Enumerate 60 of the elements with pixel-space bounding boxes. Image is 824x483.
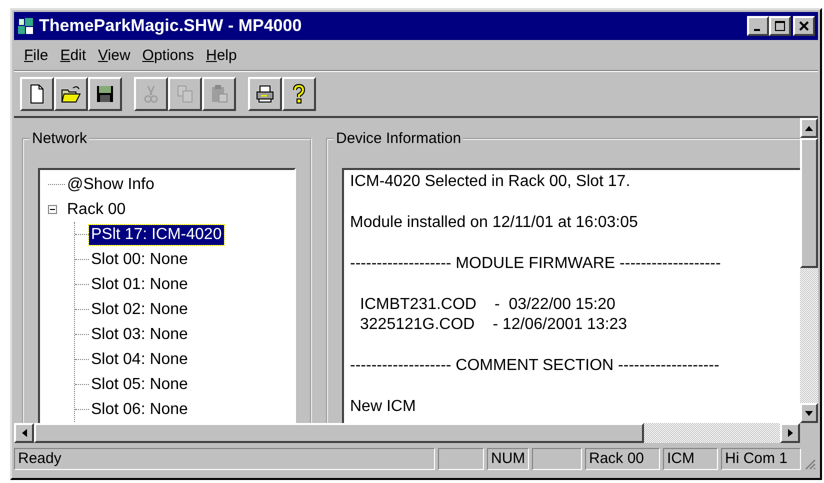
toolbar-button[interactable] (20, 77, 54, 111)
file-name: ICMBT231.COD (360, 295, 476, 315)
status-text: Rack 00 (585, 448, 660, 470)
file-date: - 12/06/2001 13:23 (492, 315, 628, 335)
tree-item[interactable]: Slot 00: None (89, 250, 190, 270)
toolbar-button[interactable] (282, 77, 316, 111)
open-folder-icon (61, 84, 81, 104)
status-text: NUM (487, 448, 529, 470)
menu-item[interactable]: Options (136, 46, 200, 64)
scroll-up-button[interactable] (800, 118, 818, 138)
status-text: ICM (663, 448, 718, 470)
tree-item[interactable]: Slot 05: None (89, 374, 190, 394)
tree-item[interactable]: Slot 04: None (89, 350, 190, 370)
copy-icon (175, 84, 195, 104)
toolbar-button[interactable] (248, 77, 282, 111)
triangle-down-icon (805, 410, 813, 416)
info-text: New ICM (350, 397, 417, 417)
scroll-thumb[interactable] (34, 423, 644, 443)
menu-item[interactable]: File (18, 46, 54, 64)
close-button[interactable] (793, 16, 815, 36)
tree-item[interactable]: PSlt 17: ICM-4020 (89, 224, 224, 244)
file-name: 3225121G.COD (360, 315, 475, 335)
triangle-right-icon (788, 429, 792, 437)
tree-item[interactable]: Slot 02: None (89, 300, 190, 320)
menu-item[interactable]: View (92, 46, 136, 64)
toolbar-button[interactable] (54, 77, 88, 111)
info-text: ICM-4020 Selected in Rack 00, Slot 17. (350, 172, 632, 192)
info-text: ------------------- MODULE FIRMWARE ------------------- (350, 254, 722, 274)
tree-item[interactable]: Slot 03: None (89, 324, 190, 344)
maximize-button[interactable] (769, 16, 791, 36)
menu-item[interactable]: Edit (54, 46, 92, 64)
close-icon (799, 21, 809, 31)
tree-item[interactable]: Slot 06: None (89, 400, 190, 420)
scroll-right-button[interactable] (780, 423, 800, 443)
minimize-button[interactable] (747, 16, 769, 36)
vertical-scrollbar[interactable] (800, 118, 818, 423)
info-text: Module installed on 12/11/01 at 16:03:05 (350, 213, 639, 233)
toolbar-button[interactable] (88, 77, 122, 111)
tree-item[interactable]: @Show Info (65, 174, 156, 194)
app-icon (17, 17, 35, 35)
scroll-down-button[interactable] (800, 403, 818, 423)
triangle-up-icon (805, 126, 813, 130)
status-pane (438, 448, 484, 470)
printer-icon (255, 84, 275, 104)
collapse-box-icon[interactable] (48, 205, 57, 214)
status-text: Hi Com 1 (721, 448, 801, 470)
maximize-icon (775, 21, 785, 31)
tree-item[interactable]: Rack 00 (65, 200, 128, 220)
minimize-icon (754, 29, 760, 31)
info-text: ------------------- COMMENT SECTION ------------------- (350, 356, 720, 376)
window-title: ThemeParkMagic.SHW - MP4000 (39, 16, 303, 36)
scroll-left-button[interactable] (14, 423, 34, 443)
tree-item[interactable]: Slot 01: None (89, 274, 190, 294)
status-text: Ready (14, 448, 435, 470)
menu-item[interactable]: Help (200, 46, 243, 64)
status-pane (532, 448, 582, 470)
triangle-left-icon (22, 429, 26, 437)
file-date: - 03/22/00 15:20 (494, 295, 616, 315)
scroll-thumb[interactable] (800, 138, 818, 268)
clipboard-icon (209, 84, 229, 104)
